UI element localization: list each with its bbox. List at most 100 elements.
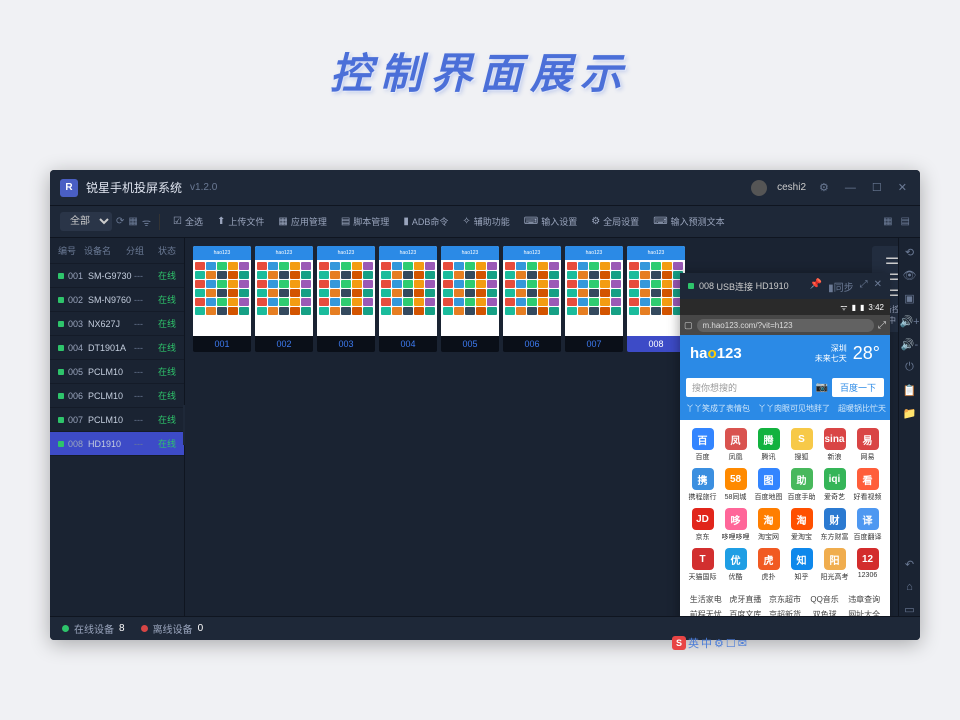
phone-thumb-004[interactable]: hao123004 <box>379 246 437 352</box>
rotate-icon[interactable]: ⟲ <box>905 246 914 259</box>
site-item[interactable]: 助百度手助 <box>787 468 816 502</box>
site-item[interactable]: 5858同城 <box>721 468 750 502</box>
device-row-003[interactable]: 003NX627J---在线 <box>50 312 184 336</box>
expand-url-icon[interactable]: ⤢ <box>878 320 886 331</box>
folder-icon[interactable]: 📁 <box>903 407 917 420</box>
site-item[interactable]: 淘淘宝网 <box>754 508 783 542</box>
volume-up-icon[interactable]: 🔊+ <box>899 315 919 328</box>
assist-button[interactable]: ✧辅助功能 <box>457 212 514 231</box>
close-panel-icon[interactable]: ✕ <box>874 279 882 294</box>
device-row-001[interactable]: 001SM-G9730---在线 <box>50 264 184 288</box>
user-name[interactable]: ceshi2 <box>777 182 806 193</box>
site-item[interactable]: 看好看视频 <box>853 468 882 502</box>
text-link[interactable]: 违章查询 <box>846 594 882 605</box>
settings-icon[interactable]: ⚙ <box>816 181 832 194</box>
weather-widget[interactable]: 深圳 未来七天 <box>815 344 847 363</box>
app-manage-button[interactable]: ▦应用管理 <box>273 212 331 231</box>
sync-button[interactable]: ▮同步 <box>828 279 854 294</box>
upload-button[interactable]: ⬆上传文件 <box>212 212 269 231</box>
screenshot-icon[interactable]: ▣ <box>904 292 914 305</box>
device-row-005[interactable]: 005PCLM10---在线 <box>50 360 184 384</box>
text-link[interactable]: 京东超市 <box>767 594 803 605</box>
ime-toolbar[interactable]: S 英 中 ⚙ ☐ ✉ <box>672 635 747 651</box>
url-input[interactable]: m.hao123.com/?vit=h123 <box>697 319 874 332</box>
site-item[interactable]: 淘爱淘宝 <box>787 508 816 542</box>
site-item[interactable]: 腾腾讯 <box>754 428 783 462</box>
site-item[interactable]: 图百度地图 <box>754 468 783 502</box>
maximize-icon[interactable]: ☐ <box>869 181 885 194</box>
site-item[interactable]: 阳阳光高考 <box>820 548 849 582</box>
site-item[interactable]: 1212306 <box>853 548 882 582</box>
site-item[interactable]: 易网易 <box>853 428 882 462</box>
global-settings-button[interactable]: ⚙全局设置 <box>586 212 644 231</box>
input-settings-button[interactable]: ⌨输入设置 <box>519 212 582 231</box>
device-row-007[interactable]: 007PCLM10---在线 <box>50 408 184 432</box>
grid-icon[interactable]: ▦ <box>128 216 137 227</box>
tab-count-icon[interactable]: ▢ <box>684 320 693 331</box>
text-link[interactable]: 前程无忧 <box>688 609 724 616</box>
phone-thumb-007[interactable]: hao123007 <box>565 246 623 352</box>
view-list-icon[interactable]: ▤ <box>901 216 910 227</box>
news-ticker[interactable]: 丫丫笑成了表情包 丫丫肉眼可见地胖了 超暖锅比忙天 <box>680 403 890 420</box>
expand-icon[interactable]: ⤢ <box>860 279 868 294</box>
script-manage-button[interactable]: ▤脚本管理 <box>336 212 394 231</box>
text-link[interactable]: 京超新货 <box>767 609 803 616</box>
site-item[interactable]: S搜狐 <box>787 428 816 462</box>
predict-text-button[interactable]: ⌨输入预测文本 <box>648 212 729 231</box>
phone-thumb-002[interactable]: hao123002 <box>255 246 313 352</box>
site-item[interactable]: 知知乎 <box>787 548 816 582</box>
camera-icon[interactable]: 📷 <box>816 382 828 393</box>
site-item[interactable]: 译百度翻译 <box>853 508 882 542</box>
text-link[interactable]: 百度文库 <box>728 609 764 616</box>
adb-button[interactable]: ▮ADB命令 <box>398 212 453 231</box>
phone-thumb-005[interactable]: hao123005 <box>441 246 499 352</box>
device-detail-panel: 008 USB连接 HD1910 📌 ▮同步 ⤢ ✕ ᯤ ▮ ▮ <box>680 273 890 616</box>
clipboard-icon[interactable]: 📋 <box>903 384 917 397</box>
hao123-logo[interactable]: hao123 <box>690 345 742 362</box>
volume-down-icon[interactable]: 🔊- <box>901 338 918 351</box>
device-row-008[interactable]: 008HD1910---在线 <box>50 432 184 456</box>
home-icon[interactable]: ⌂ <box>906 581 913 593</box>
back-icon[interactable]: ↶ <box>905 558 914 571</box>
eye-icon[interactable]: 👁 <box>903 269 917 282</box>
right-toolbar: ⟲ 👁 ▣ 🔊+ 🔊- ⏻ 📋 📁 ↶ ⌂ ▭ <box>898 238 920 616</box>
site-item[interactable]: 优优酷 <box>721 548 750 582</box>
phone-thumb-001[interactable]: hao123001 <box>193 246 251 352</box>
site-item[interactable]: T天猫国际 <box>688 548 717 582</box>
site-item[interactable]: JD京东 <box>688 508 717 542</box>
site-item[interactable]: 哆哆哩哆哩 <box>721 508 750 542</box>
refresh-icon[interactable]: ⟳ <box>116 216 124 227</box>
text-link[interactable]: 虎牙直播 <box>728 594 764 605</box>
site-item[interactable]: sina新浪 <box>820 428 849 462</box>
sogou-icon[interactable]: S <box>672 636 686 650</box>
device-row-006[interactable]: 006PCLM10---在线 <box>50 384 184 408</box>
site-item[interactable]: 财东方财富 <box>820 508 849 542</box>
text-link[interactable]: 网址大全 <box>846 609 882 616</box>
search-button[interactable]: 百度一下 <box>832 378 884 397</box>
filter-select[interactable]: 全部 <box>60 212 112 231</box>
site-item[interactable]: 百百度 <box>688 428 717 462</box>
close-icon[interactable]: ✕ <box>895 181 910 194</box>
site-item[interactable]: 携携程旅行 <box>688 468 717 502</box>
phone-screen-mirror[interactable]: ᯤ ▮ ▮ 3:42 ▢ m.hao123.com/?vit=h123 ⤢ ha… <box>680 299 890 616</box>
site-item[interactable]: 虎虎扑 <box>754 548 783 582</box>
pin-icon[interactable]: 📌 <box>810 279 822 294</box>
device-row-002[interactable]: 002SM-N9760---在线 <box>50 288 184 312</box>
site-item[interactable]: iqi爱奇艺 <box>820 468 849 502</box>
phone-thumb-006[interactable]: hao123006 <box>503 246 561 352</box>
power-icon[interactable]: ⏻ <box>905 361 914 374</box>
phone-thumb-003[interactable]: hao123003 <box>317 246 375 352</box>
site-item[interactable]: 凤凤凰 <box>721 428 750 462</box>
view-grid-icon[interactable]: ▦ <box>883 216 892 227</box>
select-all-button[interactable]: ☑全选 <box>168 212 208 231</box>
wifi-icon[interactable]: ᯤ <box>142 215 151 229</box>
device-row-004[interactable]: 004DT1901A---在线 <box>50 336 184 360</box>
text-link[interactable]: 生活家电 <box>688 594 724 605</box>
search-input[interactable]: 搜你想搜的 <box>686 378 812 397</box>
avatar-icon[interactable] <box>751 180 767 196</box>
text-link[interactable]: QQ音乐 <box>807 594 843 605</box>
phone-thumb-008[interactable]: hao123008 <box>627 246 685 352</box>
recent-icon[interactable]: ▭ <box>904 603 914 616</box>
text-link[interactable]: 双色球 <box>807 609 843 616</box>
minimize-icon[interactable]: — <box>842 182 859 194</box>
